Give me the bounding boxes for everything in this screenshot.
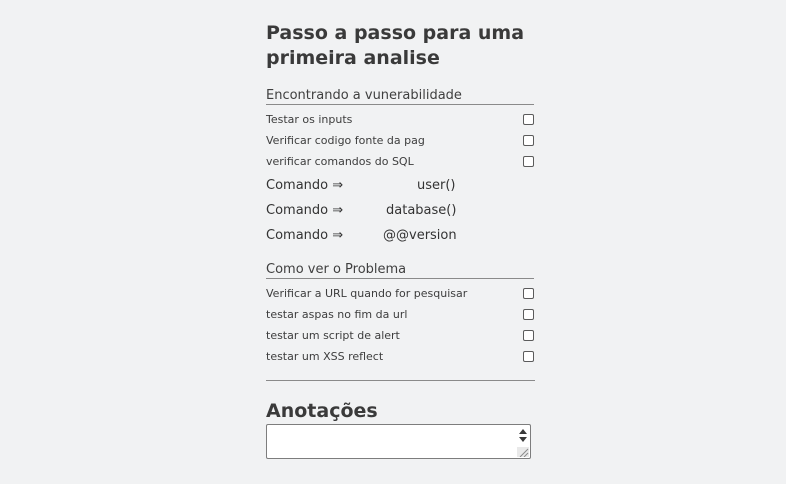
command-label: Comando <box>266 228 329 243</box>
command-label: Comando <box>266 203 329 218</box>
section-heading-problem: Como ver o Problema <box>266 262 534 279</box>
arrow-icon: ⇒ <box>332 228 344 243</box>
checklist-item-label: Verificar a URL quando for pesquisar <box>266 287 468 300</box>
triangle-up-icon[interactable] <box>519 429 527 434</box>
checklist-item: testar aspas no fim da url <box>266 307 536 323</box>
page-title-line1: Passo a passo para uma <box>266 22 525 44</box>
checklist-item-label: testar um XSS reflect <box>266 350 384 363</box>
checkbox[interactable] <box>523 135 534 146</box>
checklist-item-label: testar aspas no fim da url <box>266 308 408 321</box>
command-label: Comando <box>266 178 329 193</box>
section-heading-vulnerability: Encontrando a vunerabilidade <box>266 88 534 105</box>
triangle-down-icon[interactable] <box>519 437 527 442</box>
checkbox[interactable] <box>523 309 534 320</box>
checkbox[interactable] <box>523 288 534 299</box>
scroll-spinner[interactable] <box>519 429 527 445</box>
arrow-icon: ⇒ <box>332 178 344 193</box>
checklist-item: Verificar a URL quando for pesquisar <box>266 286 536 302</box>
checklist-item: testar um XSS reflect <box>266 349 536 365</box>
checklist-item: testar um script de alert <box>266 328 536 344</box>
arrow-icon: ⇒ <box>332 203 344 218</box>
page-title: Passo a passo para uma primeira analise <box>266 21 536 71</box>
checkbox[interactable] <box>523 330 534 341</box>
command-row: Comando ⇒ database() <box>266 202 536 220</box>
command-row: Comando ⇒ user() <box>266 177 536 195</box>
command-value: database() <box>386 203 457 218</box>
command-value: user() <box>417 178 456 193</box>
checklist-item-label: testar um script de alert <box>266 329 400 342</box>
checklist-item: Verificar codigo fonte da pag <box>266 133 536 149</box>
checkbox[interactable] <box>523 351 534 362</box>
notes-textarea[interactable] <box>266 424 531 459</box>
divider <box>266 380 535 381</box>
checkbox[interactable] <box>523 156 534 167</box>
notes-title: Anotações <box>266 400 378 422</box>
checklist-item: Testar os inputs <box>266 112 536 128</box>
resize-grip-icon[interactable] <box>517 447 529 457</box>
checklist-item-label: Testar os inputs <box>266 113 353 126</box>
checklist-item: verificar comandos do SQL <box>266 154 536 170</box>
page-title-line2: primeira analise <box>266 47 440 69</box>
command-row: Comando ⇒ @@version <box>266 227 536 245</box>
checkbox[interactable] <box>523 114 534 125</box>
command-value: @@version <box>383 228 457 243</box>
checklist-item-label: verificar comandos do SQL <box>266 155 414 168</box>
checklist-item-label: Verificar codigo fonte da pag <box>266 134 425 147</box>
